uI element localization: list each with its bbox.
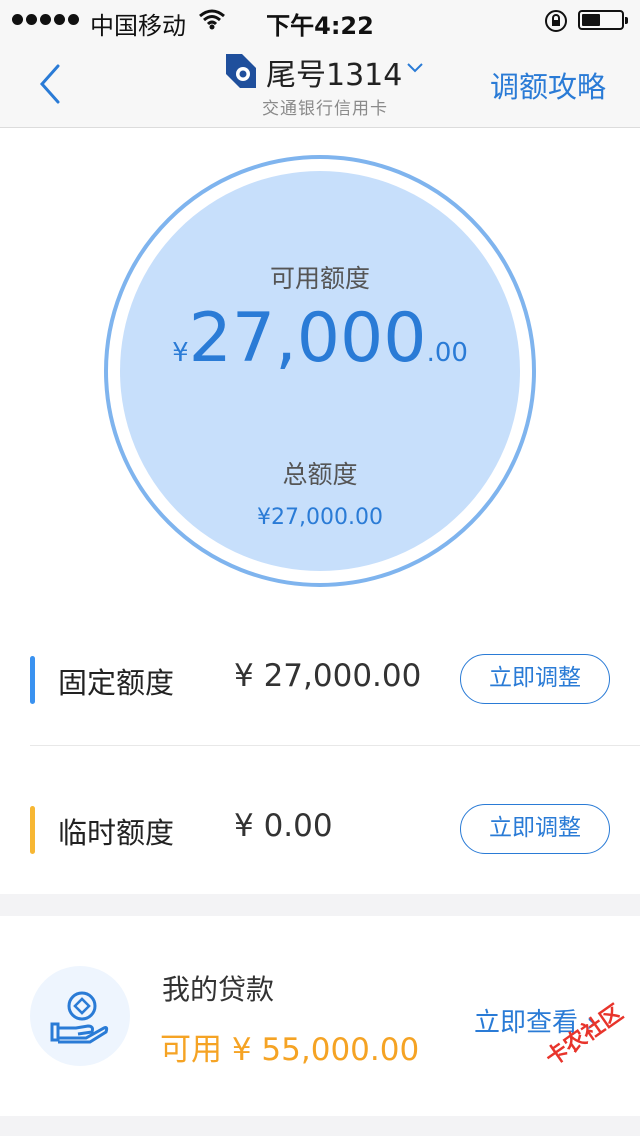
temporary-limit-indicator <box>30 806 35 854</box>
fixed-limit-value: ¥ 27,000.00 <box>234 658 422 694</box>
available-limit-label: 可用额度 <box>269 264 370 293</box>
card-title[interactable]: 尾号1314 <box>266 50 402 94</box>
bank-logo <box>226 54 256 88</box>
loan-hand-coin-icon <box>30 966 130 1066</box>
limit-circle: 可用额度 ¥27,000.00 总额度 ¥27,000.00 <box>104 155 536 587</box>
status-bar: 中国移动 下午4:22 <box>0 0 640 40</box>
nav-bar: 尾号1314 交通银行信用卡 调额攻略 <box>0 40 640 128</box>
back-icon[interactable] <box>34 62 74 106</box>
card-subtitle: 交通银行信用卡 <box>262 99 388 119</box>
temporary-limit-value: ¥ 0.00 <box>234 808 333 844</box>
fixed-limit-label: 固定额度 <box>58 666 175 700</box>
loan-panel[interactable]: 我的贷款 可用 ¥ 55,000.00 立即查看 › <box>0 916 640 1116</box>
currency-symbol: ¥ <box>172 338 189 368</box>
limit-summary-panel: 可用额度 ¥27,000.00 总额度 ¥27,000.00 固定额度 ¥ 27… <box>0 128 640 894</box>
temporary-limit-label: 临时额度 <box>58 816 175 850</box>
loan-available-amount: 可用 ¥ 55,000.00 <box>160 1032 420 1068</box>
fixed-limit-indicator <box>30 656 35 704</box>
divider <box>30 745 640 746</box>
available-limit-amount: ¥27,000.00 <box>120 299 520 378</box>
chevron-down-icon[interactable] <box>406 62 424 74</box>
available-amount-cents: .00 <box>426 338 468 368</box>
adjust-temporary-limit-button[interactable]: 立即调整 <box>460 804 610 854</box>
loan-title: 我的贷款 <box>162 973 275 1006</box>
rotation-lock-icon <box>545 10 567 32</box>
total-limit-amount: ¥27,000.00 <box>257 505 383 530</box>
temporary-limit-row: 临时额度 ¥ 0.00 立即调整 <box>0 784 640 864</box>
battery-icon <box>578 10 628 30</box>
total-limit-label: 总额度 <box>282 460 358 489</box>
available-amount-main: 27,000 <box>188 299 427 378</box>
fixed-limit-row: 固定额度 ¥ 27,000.00 立即调整 <box>0 634 640 714</box>
limit-strategy-link[interactable]: 调额攻略 <box>490 64 606 106</box>
adjust-fixed-limit-button[interactable]: 立即调整 <box>460 654 610 704</box>
